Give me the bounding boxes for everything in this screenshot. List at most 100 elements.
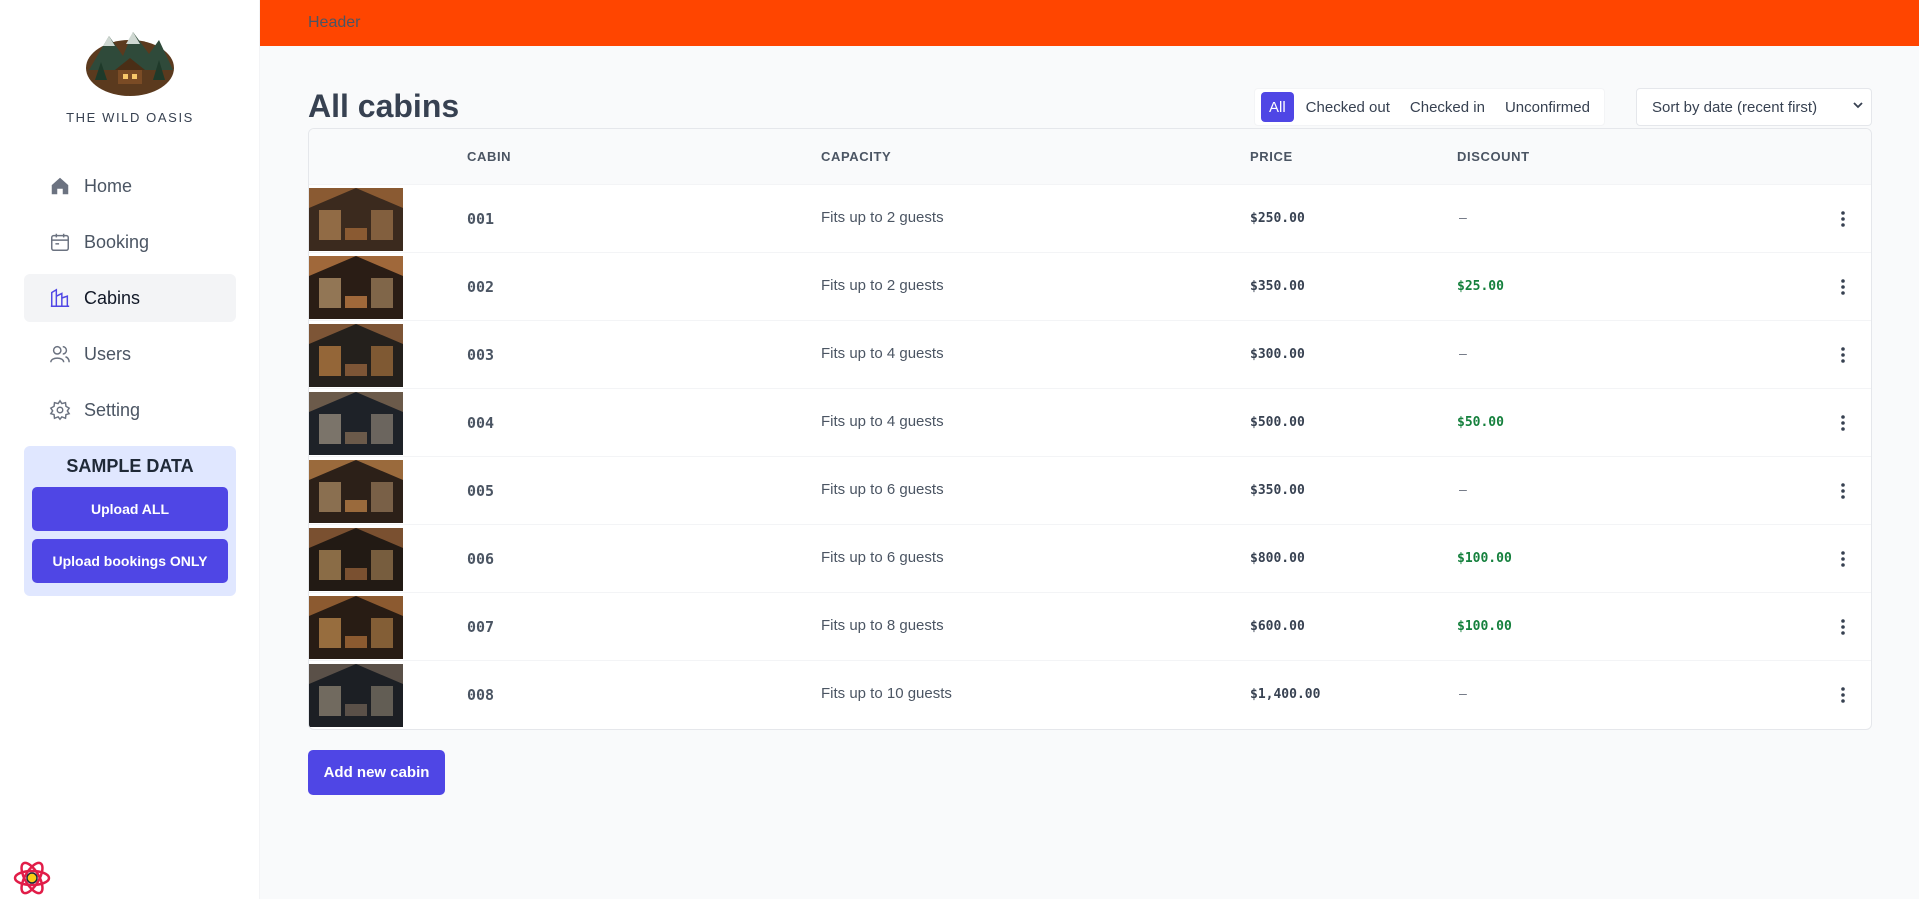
- cabin-discount: $100.00: [1457, 619, 1512, 634]
- cabin-thumbnail: [309, 188, 403, 251]
- cabin-price: $600.00: [1250, 619, 1305, 634]
- sidebar: THE WILD OASIS Home Booking Cabins Users: [0, 0, 260, 899]
- calendar-icon: [48, 230, 72, 254]
- cabin-capacity: Fits up to 2 guests: [821, 277, 944, 294]
- chevron-down-icon: [1851, 98, 1865, 116]
- upload-bookings-button[interactable]: Upload bookings ONLY: [32, 539, 228, 583]
- cabin-name: 005: [467, 482, 495, 500]
- cabin-capacity: Fits up to 4 guests: [821, 413, 944, 430]
- cabin-price: $500.00: [1250, 415, 1305, 430]
- filter-checked-out-button[interactable]: Checked out: [1298, 92, 1398, 122]
- cabin-thumbnail: [309, 664, 403, 727]
- cabin-discount: —: [1459, 483, 1467, 498]
- row-menu-icon[interactable]: [1831, 343, 1855, 367]
- cabin-capacity: Fits up to 8 guests: [821, 617, 944, 634]
- column-header-capacity: CAPACITY: [821, 149, 892, 164]
- react-devtools-icon[interactable]: [12, 858, 52, 898]
- cabin-price: $1,400.00: [1250, 687, 1321, 702]
- sidebar-item-label: Cabins: [84, 287, 141, 308]
- table-body: 001 Fits up to 2 guests $250.00 — 002 Fits up…: [309, 185, 1871, 729]
- cabin-price: $250.00: [1250, 211, 1305, 226]
- filter-group: All Checked out Checked in Unconfirmed: [1254, 88, 1605, 126]
- column-header-price: PRICE: [1250, 149, 1293, 164]
- cabin-discount: —: [1459, 347, 1467, 362]
- logo[interactable]: THE WILD OASIS: [0, 26, 260, 125]
- cabin-name: 008: [467, 686, 495, 704]
- column-header-discount: DISCOUNT: [1457, 149, 1530, 164]
- cabin-price: $800.00: [1250, 551, 1305, 566]
- brand-name: THE WILD OASIS: [66, 110, 194, 125]
- row-menu-icon[interactable]: [1831, 683, 1855, 707]
- table-row: 007 Fits up to 8 guests $600.00 $100.00: [309, 593, 1871, 661]
- cabin-price: $350.00: [1250, 483, 1305, 498]
- cabin-thumbnail: [309, 596, 403, 659]
- upload-all-button[interactable]: Upload ALL: [32, 487, 228, 531]
- sidebar-item-setting[interactable]: Setting: [24, 386, 236, 434]
- cabin-name: 003: [467, 346, 495, 364]
- column-header-cabin: CABIN: [467, 149, 512, 164]
- cabin-capacity: Fits up to 6 guests: [821, 481, 944, 498]
- cabin-thumbnail: [309, 256, 403, 319]
- filter-all-button[interactable]: All: [1261, 92, 1294, 122]
- gear-icon: [48, 398, 72, 422]
- table-row: 003 Fits up to 4 guests $300.00 —: [309, 321, 1871, 389]
- cabin-capacity: Fits up to 10 guests: [821, 685, 952, 702]
- cabin-discount: $50.00: [1457, 415, 1504, 430]
- filter-unconfirmed-button[interactable]: Unconfirmed: [1497, 92, 1598, 122]
- cabin-name: 004: [467, 414, 495, 432]
- sidebar-item-label: Users: [84, 343, 132, 364]
- cabin-thumbnail: [309, 392, 403, 455]
- cabin-discount: $100.00: [1457, 551, 1512, 566]
- table-row: 001 Fits up to 2 guests $250.00 —: [309, 185, 1871, 253]
- cabin-capacity: Fits up to 4 guests: [821, 345, 944, 362]
- mountain-cabin-logo-icon: [85, 26, 175, 96]
- cabin-name: 002: [467, 278, 495, 296]
- sort-selected-value: Sort by date (recent first): [1652, 98, 1818, 116]
- table-row: 005 Fits up to 6 guests $350.00 —: [309, 457, 1871, 525]
- sidebar-nav: Home Booking Cabins Users Setting: [24, 162, 236, 442]
- app-header: Header: [260, 0, 1919, 46]
- row-menu-icon[interactable]: [1831, 479, 1855, 503]
- sort-select[interactable]: Sort by date (recent first): [1636, 88, 1872, 126]
- sidebar-item-booking[interactable]: Booking: [24, 218, 236, 266]
- cabin-discount: —: [1459, 211, 1467, 226]
- cabin-discount: $25.00: [1457, 279, 1504, 294]
- row-menu-icon[interactable]: [1831, 275, 1855, 299]
- cabin-icon: [48, 286, 72, 310]
- sample-data-title: SAMPLE DATA: [66, 456, 194, 476]
- sidebar-item-label: Home: [84, 175, 133, 196]
- sidebar-item-users[interactable]: Users: [24, 330, 236, 378]
- sidebar-item-home[interactable]: Home: [24, 162, 236, 210]
- cabin-name: 001: [467, 210, 495, 228]
- sidebar-item-label: Setting: [84, 399, 141, 420]
- row-menu-icon[interactable]: [1831, 547, 1855, 571]
- cabin-capacity: Fits up to 6 guests: [821, 549, 944, 566]
- filter-checked-in-button[interactable]: Checked in: [1402, 92, 1493, 122]
- row-menu-icon[interactable]: [1831, 615, 1855, 639]
- table-row: 008 Fits up to 10 guests $1,400.00 —: [309, 661, 1871, 729]
- add-new-cabin-button[interactable]: Add new cabin: [308, 750, 445, 795]
- row-menu-icon[interactable]: [1831, 411, 1855, 435]
- header-label: Header: [308, 14, 361, 31]
- sample-data-panel: SAMPLE DATA Upload ALL Upload bookings O…: [24, 446, 236, 596]
- cabin-price: $300.00: [1250, 347, 1305, 362]
- table-row: 004 Fits up to 4 guests $500.00 $50.00: [309, 389, 1871, 457]
- cabin-price: $350.00: [1250, 279, 1305, 294]
- cabin-capacity: Fits up to 2 guests: [821, 209, 944, 226]
- page-title: All cabins: [308, 88, 460, 124]
- sidebar-item-label: Booking: [84, 231, 150, 252]
- cabin-thumbnail: [309, 324, 403, 387]
- home-icon: [48, 174, 72, 198]
- table-row: 006 Fits up to 6 guests $800.00 $100.00: [309, 525, 1871, 593]
- cabin-thumbnail: [309, 460, 403, 523]
- users-icon: [48, 342, 72, 366]
- row-menu-icon[interactable]: [1831, 207, 1855, 231]
- cabin-name: 007: [467, 618, 495, 636]
- table-row: 002 Fits up to 2 guests $350.00 $25.00: [309, 253, 1871, 321]
- cabin-thumbnail: [309, 528, 403, 591]
- table-header: CABIN CAPACITY PRICE DISCOUNT: [309, 129, 1871, 185]
- sidebar-item-cabins[interactable]: Cabins: [24, 274, 236, 322]
- cabin-discount: —: [1459, 687, 1467, 702]
- cabins-table: CABIN CAPACITY PRICE DISCOUNT 001 Fits up…: [308, 128, 1872, 730]
- cabin-name: 006: [467, 550, 495, 568]
